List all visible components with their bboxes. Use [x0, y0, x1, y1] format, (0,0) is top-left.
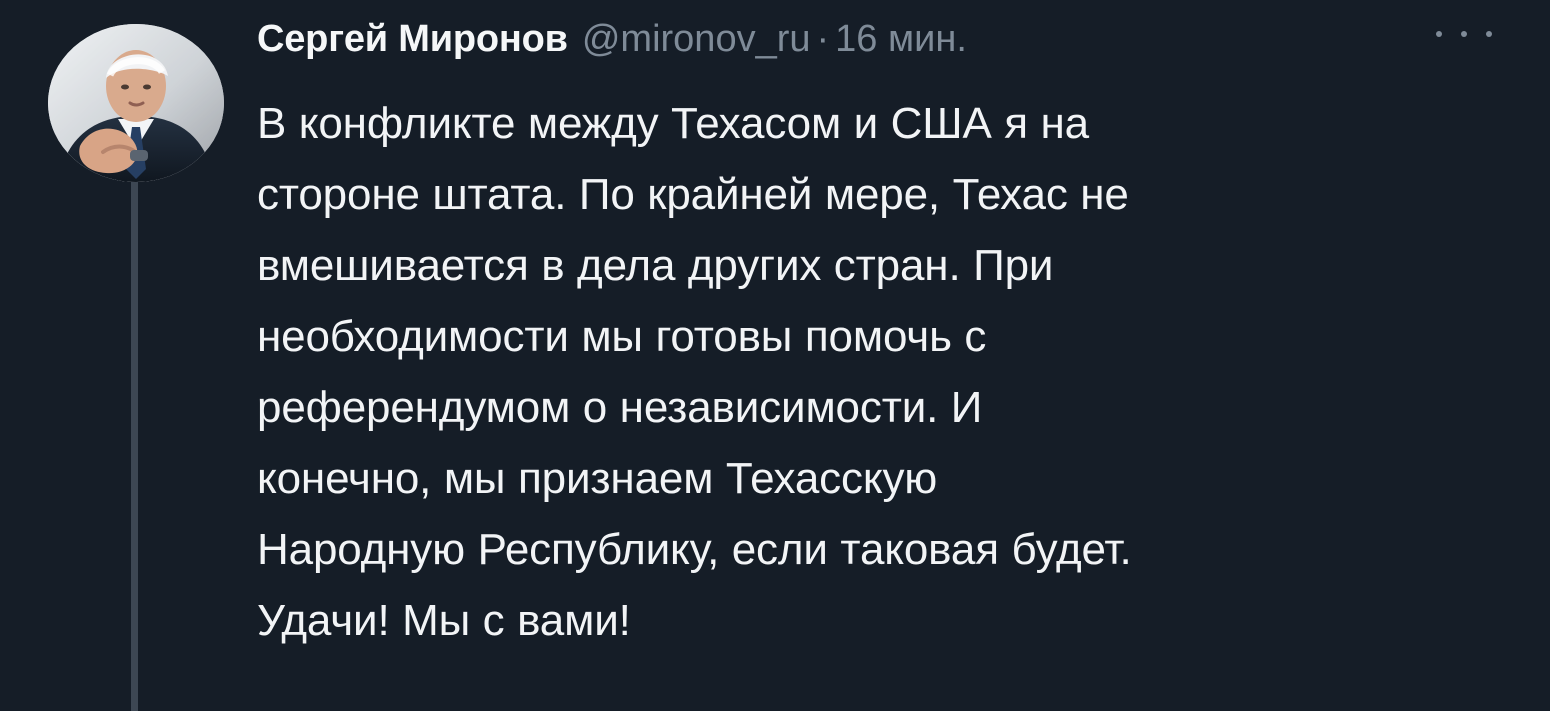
- more-icon-dot: [1461, 31, 1467, 37]
- tweet-body-line: необходимости мы готовы помочь с: [257, 312, 987, 361]
- more-icon-dot: [1486, 31, 1492, 37]
- tweet-body-line: вмешивается в дела других стран. При: [257, 241, 1054, 290]
- tweet-body-line: референдумом о независимости. И: [257, 383, 983, 432]
- avatar[interactable]: [48, 24, 224, 182]
- tweet-body: В конфликте между Техасом и США я на сто…: [257, 88, 1507, 656]
- author-handle[interactable]: @mironov_ru: [582, 12, 811, 66]
- header-separator: ·: [816, 18, 830, 60]
- avatar-image: [48, 24, 224, 182]
- tweet-card: Сергей Миронов @mironov_ru · 16 мин. В к…: [0, 0, 1550, 711]
- author-name[interactable]: Сергей Миронов: [257, 12, 568, 66]
- more-icon-dot: [1436, 31, 1442, 37]
- tweet-timestamp[interactable]: 16 мин.: [835, 12, 967, 66]
- tweet-body-line: Народную Республику, если таковая будет.: [257, 525, 1132, 574]
- tweet-body-line: В конфликте между Техасом и США я на: [257, 99, 1089, 148]
- more-options-button[interactable]: [1436, 22, 1492, 46]
- tweet-body-line: стороне штата. По крайней мере, Техас не: [257, 170, 1129, 219]
- tweet-body-line: Удачи! Мы с вами!: [257, 596, 631, 645]
- tweet-header: Сергей Миронов @mironov_ru · 16 мин.: [257, 12, 967, 66]
- thread-line: [131, 182, 138, 711]
- tweet-body-line: конечно, мы признаем Техасскую: [257, 454, 938, 503]
